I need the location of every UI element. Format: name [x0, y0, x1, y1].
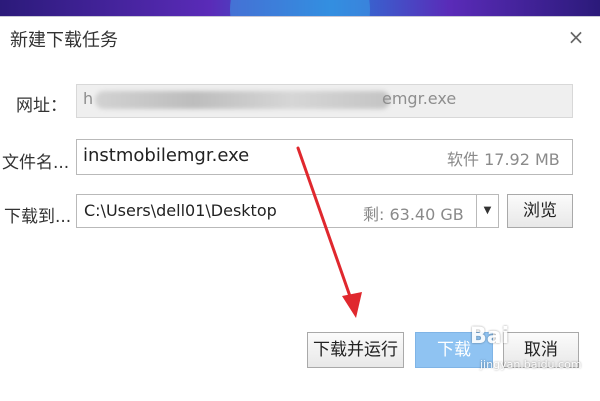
url-value-suffix: emgr.exe: [382, 89, 457, 108]
download-path-value: C:\Users\dell01\Desktop: [84, 201, 277, 220]
url-label: 网址：: [16, 96, 67, 116]
url-field: h emgr.exe: [76, 84, 573, 118]
download-path-input[interactable]: C:\Users\dell01\Desktop 剩: 63.40 GB: [76, 194, 477, 228]
url-redacted-blur: [95, 91, 390, 109]
filename-value: instmobilemgr.exe: [83, 145, 250, 166]
baidu-watermark: Bai jingyan.baidu.com: [470, 324, 598, 384]
download-and-run-button[interactable]: 下载并运行: [307, 332, 404, 368]
browse-button[interactable]: 浏览: [507, 194, 573, 228]
watermark-brand: Bai: [470, 324, 510, 349]
dialog-title: 新建下载任务: [10, 30, 118, 51]
download-to-label: 下载到...: [4, 207, 72, 227]
chevron-down-icon[interactable]: ▼: [476, 194, 499, 228]
close-icon[interactable]: ×: [564, 25, 588, 49]
url-value-prefix: h: [83, 89, 94, 108]
dialog-titlebar: 新建下载任务 ×: [0, 17, 600, 61]
free-space-text: 剩: 63.40 GB: [363, 205, 464, 224]
watermark-url: jingyan.baidu.com: [480, 358, 582, 371]
filename-input[interactable]: instmobilemgr.exe 软件 17.92 MB: [76, 139, 573, 175]
file-size-text: 软件 17.92 MB: [447, 150, 560, 169]
filename-label: 文件名...: [2, 153, 70, 173]
